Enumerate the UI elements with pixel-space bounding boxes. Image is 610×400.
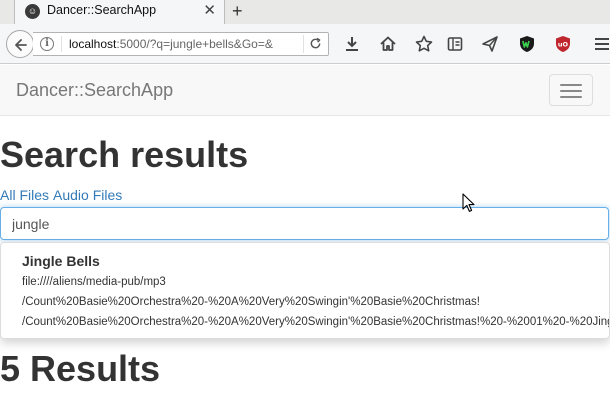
svg-text:uO: uO	[558, 41, 569, 49]
mouse-cursor-icon	[462, 193, 475, 212]
bookmark-star-icon[interactable]	[414, 34, 434, 54]
suggestion-title: Jingle Bells	[22, 253, 100, 269]
ublock-icon[interactable]: uO	[553, 34, 573, 54]
reload-icon	[310, 37, 321, 49]
url-path: :5000/?q=jungle+bells&Go=&	[116, 37, 273, 51]
suggestion-path-line: /Count%20Basie%20Orchestra%20-%20A%20Ver…	[22, 316, 610, 328]
page-title: Search results	[0, 134, 249, 175]
toggle-bar-icon	[560, 84, 582, 86]
url-bar[interactable]: i localhost:5000/?q=jungle+bells&Go=&	[33, 32, 329, 56]
suggestion-item[interactable]: Jingle Bells file:////aliens/media-pub/m…	[1, 243, 609, 338]
results-count-heading: 5 Results	[0, 348, 161, 389]
url-divider	[61, 36, 62, 52]
url-host: localhost	[69, 37, 117, 51]
tab-title: Dancer::SearchApp	[47, 3, 157, 17]
tab-strip: ☺ Dancer::SearchApp ✕ +	[0, 0, 610, 24]
shield-w-icon[interactable]	[517, 34, 537, 54]
toggle-bar-icon	[560, 96, 582, 98]
filter-audio-files-link[interactable]: Audio Files	[53, 187, 122, 203]
tab-dancer-searchapp[interactable]: ☺ Dancer::SearchApp ✕	[14, 0, 225, 24]
site-navbar: Dancer::SearchApp	[0, 65, 610, 116]
favicon-icon: ☺	[25, 4, 40, 19]
home-icon[interactable]	[378, 34, 398, 54]
search-input[interactable]	[0, 207, 609, 240]
suggestion-path-line: /Count%20Basie%20Orchestra%20-%20A%20Ver…	[22, 296, 480, 308]
navbar-toggle-button[interactable]	[549, 74, 593, 106]
hamburger-menu-icon[interactable]	[592, 34, 610, 54]
reading-list-icon[interactable]	[445, 34, 465, 54]
download-icon[interactable]	[342, 34, 362, 54]
toggle-bar-icon	[560, 90, 582, 92]
send-icon[interactable]	[480, 34, 500, 54]
autocomplete-dropdown: Jingle Bells file:////aliens/media-pub/m…	[0, 242, 610, 339]
back-arrow-icon	[15, 39, 27, 51]
info-icon[interactable]: i	[40, 37, 54, 51]
back-button[interactable]	[6, 30, 34, 58]
suggestion-path-line: file:////aliens/media-pub/mp3	[22, 276, 166, 288]
new-tab-plus-icon[interactable]: +	[232, 0, 243, 22]
site-brand[interactable]: Dancer::SearchApp	[16, 80, 173, 101]
url-text[interactable]: localhost:5000/?q=jungle+bells&Go=&	[69, 37, 297, 51]
browser-toolbar: i localhost:5000/?q=jungle+bells&Go=& uO	[0, 24, 610, 64]
filter-all-files-link[interactable]: All Files	[0, 187, 49, 203]
close-icon[interactable]: ✕	[203, 2, 216, 20]
reload-button[interactable]	[303, 35, 325, 53]
